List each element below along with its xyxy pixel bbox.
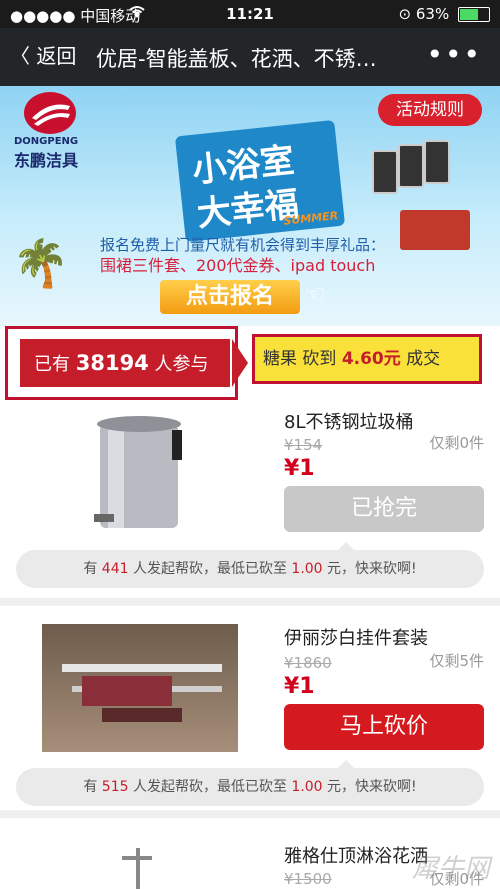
participation-stats: 已有 38194 人参与 糖果 砍到 4.60元 成交 bbox=[0, 326, 500, 402]
deal-price: 4.60元 bbox=[341, 349, 401, 369]
helpers-count: 441 bbox=[101, 561, 129, 577]
product-name: 8L不锈钢垃圾桶 bbox=[284, 412, 414, 433]
palm-tree-icon: 🌴 bbox=[12, 236, 70, 290]
gift-box-image bbox=[400, 210, 470, 250]
bargain-now-button[interactable]: 马上砍价 bbox=[284, 704, 484, 750]
current-price: ¥1 bbox=[284, 456, 315, 481]
participants-count: 38194 bbox=[75, 351, 149, 375]
helpers-info: 有 515 人发起帮砍，最低已砍至 1.00 元，快来砍啊! bbox=[16, 760, 484, 806]
pill-arrow bbox=[232, 339, 248, 387]
more-options-button[interactable]: ••• bbox=[426, 38, 482, 71]
status-bar: ●●●●● 中国移动 11:21 ⊙ 63% bbox=[0, 0, 500, 28]
deal-suffix: 成交 bbox=[406, 349, 441, 369]
sold-out-button[interactable]: 已抢完 bbox=[284, 486, 484, 532]
section-divider bbox=[0, 810, 500, 818]
promo-banner: DONGPENG 东鹏洁具 活动规则 🌴 小浴室 大幸福 SUMMER 报名免费… bbox=[0, 86, 500, 326]
promo-text-line2: 围裙三件套、200代金券、ipad touch bbox=[100, 256, 376, 275]
nav-bar: 〈 返回 优居-智能盖板、花洒、不锈… ••• bbox=[0, 28, 500, 86]
helpers-suffix: 元，快来砍啊! bbox=[327, 779, 417, 795]
battery-percent: 63% bbox=[415, 5, 450, 23]
participants-suffix: 人参与 bbox=[154, 354, 209, 375]
helpers-price: 1.00 bbox=[291, 779, 323, 795]
deal-mid: 砍到 bbox=[302, 349, 337, 369]
helpers-price: 1.00 bbox=[291, 561, 323, 577]
original-price: ¥1500 bbox=[284, 870, 332, 888]
helpers-info: 有 441 人发起帮砍，最低已砍至 1.00 元，快来砍啊! bbox=[16, 542, 484, 588]
rules-button[interactable]: 活动规则 bbox=[378, 94, 482, 126]
towel-rack-image bbox=[42, 624, 238, 752]
watermark: 犀牛网 bbox=[411, 854, 490, 884]
product-name: 雅格仕顶淋浴花洒 bbox=[284, 846, 428, 867]
page-title: 优居-智能盖板、花洒、不锈… bbox=[96, 47, 377, 71]
helpers-prefix: 有 bbox=[83, 561, 98, 577]
product-name: 伊丽莎白挂件套装 bbox=[284, 628, 428, 649]
participants-pill: 已有 38194 人参与 bbox=[20, 339, 230, 387]
brand-logo-mark bbox=[24, 92, 76, 134]
brand-logo: DONGPENG 东鹏洁具 bbox=[14, 92, 104, 171]
banner-headline: 小浴室 大幸福 SUMMER bbox=[174, 119, 346, 243]
battery-icon bbox=[458, 7, 490, 22]
battery-indicator: ⊙ 63% bbox=[399, 5, 490, 23]
original-price: ¥154 bbox=[284, 436, 323, 454]
latest-deal-box: 糖果 砍到 4.60元 成交 bbox=[252, 334, 482, 384]
helpers-text: 人发起帮砍，最低已砍至 bbox=[132, 779, 287, 795]
trash-can-image bbox=[42, 410, 238, 534]
signup-button[interactable]: 点击报名 bbox=[160, 280, 300, 314]
current-price: ¥1 bbox=[284, 674, 315, 699]
product-card: 8L不锈钢垃圾桶 ¥154 仅剩0件 ¥1 已抢完 有 441 人发起帮砍，最低… bbox=[0, 402, 500, 598]
helpers-prefix: 有 bbox=[83, 779, 98, 795]
back-button[interactable]: 〈 返回 bbox=[10, 40, 76, 69]
helpers-text: 人发起帮砍，最低已砍至 bbox=[132, 561, 287, 577]
pointing-hand-icon: ☜ bbox=[304, 280, 326, 308]
helpers-suffix: 元，快来砍啊! bbox=[327, 561, 417, 577]
stock-remaining: 仅剩0件 bbox=[429, 434, 484, 452]
helpers-count: 515 bbox=[101, 779, 129, 795]
stock-remaining: 仅剩5件 bbox=[429, 652, 484, 670]
brand-name-en: DONGPENG bbox=[14, 136, 79, 147]
product-card: 伊丽莎白挂件套装 ¥1860 仅剩5件 ¥1 马上砍价 有 515 人发起帮砍，… bbox=[0, 606, 500, 810]
tablet-prizes-image bbox=[372, 140, 462, 210]
brand-name-cn: 东鹏洁具 bbox=[14, 151, 79, 170]
section-divider bbox=[0, 598, 500, 606]
deal-user: 糖果 bbox=[263, 349, 297, 369]
lock-rotation-icon: ⊙ bbox=[398, 5, 412, 23]
shower-set-image bbox=[42, 838, 238, 889]
original-price: ¥1860 bbox=[284, 654, 332, 672]
participants-box: 已有 38194 人参与 bbox=[5, 326, 248, 400]
participants-prefix: 已有 bbox=[34, 354, 70, 375]
